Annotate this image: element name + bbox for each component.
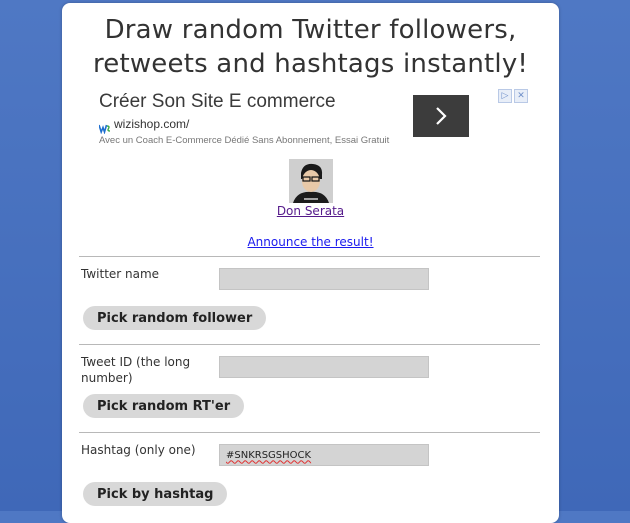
- page-title-line-2: retweets and hashtags instantly!: [92, 49, 529, 79]
- ad-url[interactable]: wizishop.com/: [114, 117, 189, 131]
- pick-random-rter-button[interactable]: Pick random RT'er: [83, 394, 245, 418]
- divider: [79, 432, 540, 433]
- page-title-line-1: Draw random Twitter followers,: [104, 15, 517, 45]
- main-card: Draw random Twitter followers, retweets …: [62, 3, 559, 523]
- user-name[interactable]: Don Serata: [277, 204, 344, 218]
- hashtag-label: Hashtag (only one): [81, 443, 196, 457]
- wizishop-logo-icon: [98, 119, 111, 135]
- user-name-link[interactable]: Don Serata: [62, 204, 559, 218]
- adchoices-play-icon[interactable]: ▷: [498, 89, 512, 103]
- ad-banner[interactable]: Créer Son Site E commerce wizishop.com/ …: [96, 89, 536, 149]
- user-avatar[interactable]: [289, 159, 333, 203]
- twitter-name-input[interactable]: [219, 268, 429, 290]
- divider: [79, 256, 540, 257]
- pick-random-follower-button[interactable]: Pick random follower: [83, 306, 267, 330]
- ad-headline[interactable]: Créer Son Site E commerce: [99, 91, 336, 113]
- announce-result-text[interactable]: Announce the result!: [247, 235, 373, 249]
- hashtag-input-value[interactable]: #SNKRSGSHOCK: [226, 450, 311, 461]
- page-title: Draw random Twitter followers, retweets …: [62, 13, 559, 81]
- tweet-id-input[interactable]: [219, 356, 429, 378]
- ad-description: Avec un Coach E-Commerce Dédié Sans Abon…: [99, 135, 390, 146]
- ad-open-button[interactable]: [413, 95, 469, 137]
- pick-by-hashtag-button[interactable]: Pick by hashtag: [83, 482, 228, 506]
- ad-choices[interactable]: ▷ ✕: [498, 89, 528, 103]
- announce-result-link[interactable]: Announce the result!: [62, 235, 559, 249]
- ad-url-row[interactable]: wizishop.com/: [98, 117, 189, 135]
- twitter-name-label: Twitter name: [81, 267, 160, 281]
- hashtag-input[interactable]: #SNKRSGSHOCK: [219, 444, 429, 466]
- chevron-right-icon: [436, 107, 447, 125]
- divider: [79, 344, 540, 345]
- tweet-id-label: Tweet ID (the long number): [81, 355, 191, 385]
- close-icon[interactable]: ✕: [514, 89, 528, 103]
